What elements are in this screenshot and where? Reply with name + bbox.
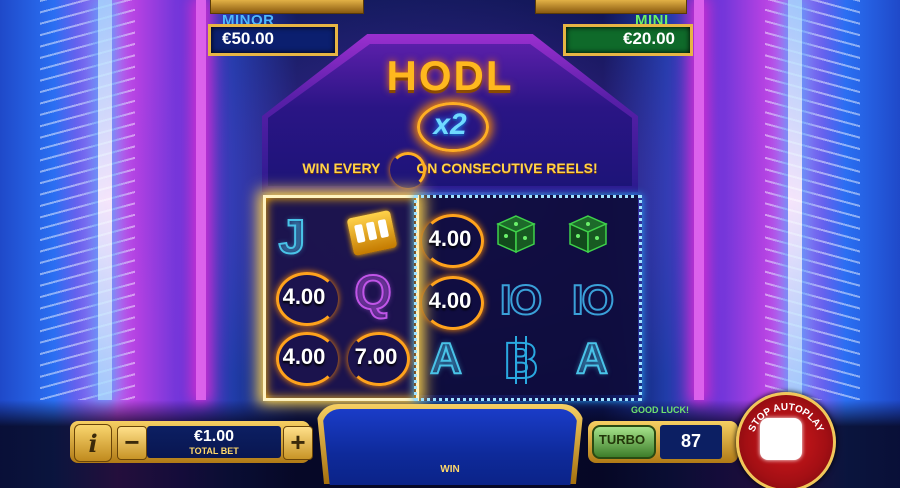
coin-value: 4.00 <box>428 226 472 251</box>
stop-autoplay-text: STOP AUTOPLAY <box>747 402 826 434</box>
symbol-ten: IO <box>499 275 543 324</box>
coin-symbol: 4.00 <box>270 272 338 326</box>
feature-title: HODL <box>386 52 514 99</box>
decrease-bet-button[interactable]: − <box>117 426 147 460</box>
increase-bet-button[interactable]: + <box>283 426 313 460</box>
dice-icon <box>496 215 536 254</box>
stop-autoplay-label: STOP AUTOPLAY <box>747 402 826 434</box>
coin-value: 4.00 <box>428 288 472 313</box>
info-icon: i <box>88 429 98 458</box>
coin-symbol: 7.00 <box>342 332 410 386</box>
symbol-j: J <box>278 210 307 265</box>
jackpot-mini-value: €20.00 <box>623 29 675 48</box>
symbol-a: A <box>429 333 463 384</box>
svg-text:B: B <box>503 334 540 388</box>
feature-rule: WIN EVERY ON CONSECUTIVE REELS! <box>0 160 900 176</box>
status-message: GOOD LUCK! <box>631 405 689 415</box>
jackpot-mini: MINI €20.00 <box>535 0 693 56</box>
bitcoin-icon: B <box>502 333 541 388</box>
symbol-q: Q <box>353 266 392 321</box>
game-screen: MINOR €50.00 MINI €20.00 HODL x2 WIN EVE… <box>0 0 900 488</box>
coin-value: 7.00 <box>354 344 398 369</box>
rule-coin-icon <box>390 152 426 188</box>
symbol-a: A <box>575 333 609 384</box>
turbo-label: TURBO <box>598 432 646 447</box>
dice-icon <box>568 215 608 254</box>
autoplay-spins-remaining: 87 <box>680 431 702 451</box>
coin-symbol: 4.00 <box>270 332 338 386</box>
feature-rule-after: ON CONSECUTIVE REELS! <box>416 160 598 176</box>
jackpot-minor: MINOR €50.00 <box>208 0 364 56</box>
coin-symbol: 4.00 <box>416 214 484 268</box>
coin-value: 4.00 <box>282 344 326 369</box>
coin-value: 4.00 <box>282 284 326 309</box>
coin-symbol: 4.00 <box>416 276 484 330</box>
symbol-ten: IO <box>571 275 615 324</box>
total-bet-label: TOTAL BET <box>189 446 239 456</box>
win-label: WIN <box>440 464 460 475</box>
jackpot-minor-value: €50.00 <box>222 29 274 48</box>
feature-rule-before: WIN EVERY <box>302 160 381 176</box>
total-bet-value: €1.00 <box>193 428 235 445</box>
info-button[interactable]: i <box>74 424 112 462</box>
feature-multiplier: x2 <box>433 108 467 141</box>
svg-text:STOP AUTOPLAY: STOP AUTOPLAY <box>747 402 826 434</box>
